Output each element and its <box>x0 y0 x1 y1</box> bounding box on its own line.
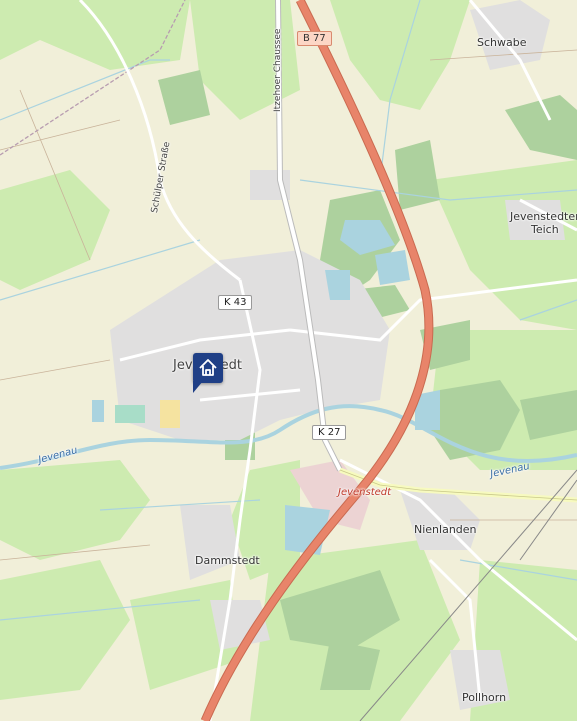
place-jevenstedter-teich: Jevenstedter Teich <box>510 210 577 236</box>
road-shield-k27: K 27 <box>312 425 347 440</box>
place-nienlanden: Nienlanden <box>414 523 477 536</box>
street-itzehoer-chaussee: Itzehoer Chaussee <box>273 28 283 112</box>
place-jevenstedter-teich-line2: Teich <box>530 223 559 236</box>
map-base <box>0 0 577 721</box>
place-schwabe: Schwabe <box>477 36 527 49</box>
location-marker[interactable] <box>193 353 223 393</box>
map[interactable]: Schwabe Jevenstedter Teich Jevenstedt Ni… <box>0 0 577 721</box>
road-shield-k43: K 43 <box>218 295 253 310</box>
place-dammstedt: Dammstedt <box>195 554 260 567</box>
road-shield-b77: B 77 <box>297 31 332 46</box>
school-area <box>160 400 180 428</box>
place-pollhorn: Pollhorn <box>462 691 507 704</box>
station-label-jevenstedt: Jevenstedt <box>338 487 392 498</box>
place-jevenstedter-teich-line1: Jevenstedter <box>510 210 577 223</box>
sports-ground <box>115 405 145 423</box>
home-icon <box>199 359 217 376</box>
